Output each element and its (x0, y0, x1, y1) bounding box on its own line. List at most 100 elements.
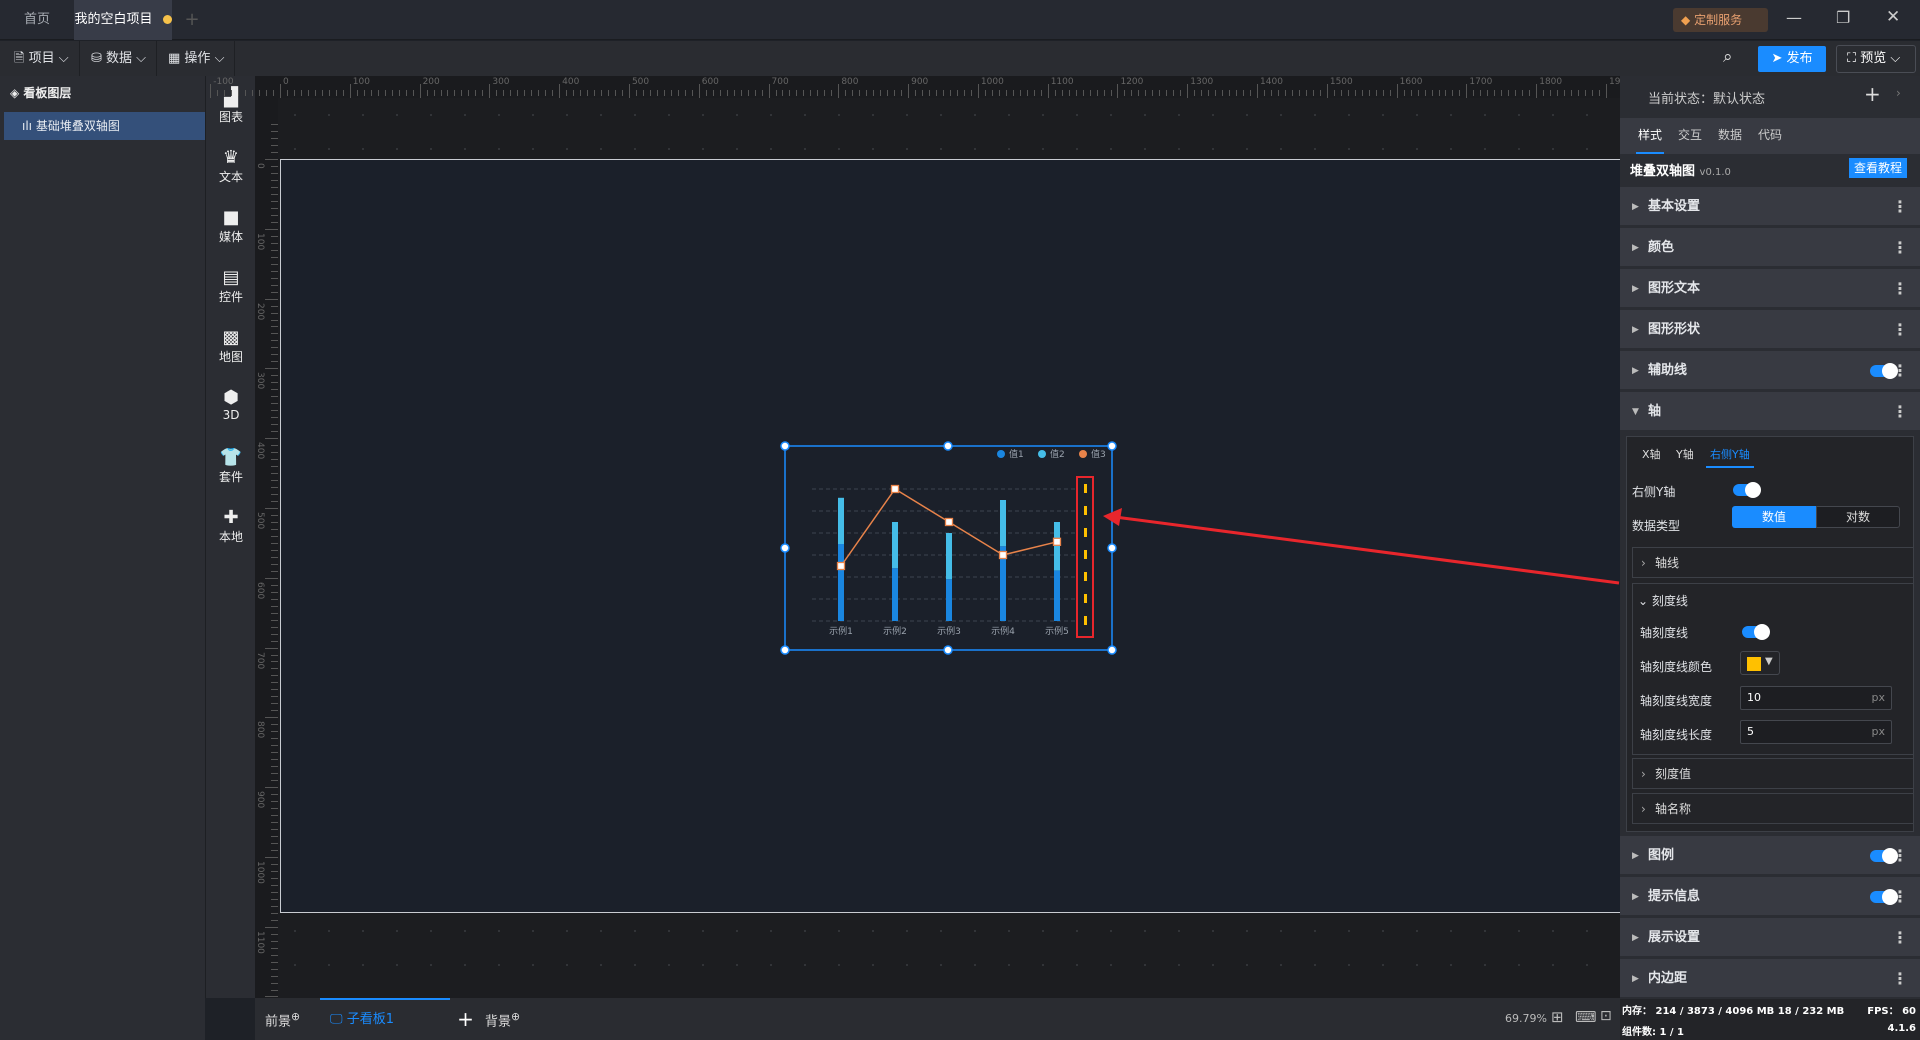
caret-right-icon: ▶ (1632, 892, 1639, 902)
more-icon[interactable]: ⋮ (1892, 351, 1908, 391)
ruler-tick (887, 90, 889, 96)
board[interactable] (280, 159, 1620, 913)
tab-project[interactable]: 我的空白项目 (74, 0, 172, 40)
ruler-label: 800 (255, 721, 265, 739)
zoom-level[interactable]: 69.79% (1505, 1012, 1547, 1025)
panel-tab[interactable]: 样式 (1636, 126, 1665, 154)
ruler-tick (265, 787, 278, 789)
tick-line-toggle[interactable] (1742, 624, 1770, 640)
ruler-tick (496, 90, 498, 96)
custom-service-button[interactable]: ◆ 定制服务 (1673, 8, 1768, 32)
foreground-tab[interactable]: 前景⊕ (265, 1010, 300, 1029)
ruler-label: 1100 (1050, 77, 1074, 87)
axis-tab[interactable]: X轴 (1638, 446, 1665, 468)
more-icon[interactable]: ⋮ (1892, 918, 1908, 958)
component-puzzle[interactable]: ✚ 本地 (206, 508, 256, 545)
ruler-tick (307, 90, 309, 96)
component-media[interactable]: ■ 媒体 (206, 208, 256, 245)
ruler-tick (314, 90, 316, 96)
menu-data[interactable]: ⛁ 数据 ⌵ (81, 41, 158, 76)
ruler-tick (873, 90, 875, 96)
ruler-tick (1389, 90, 1391, 96)
section-header[interactable]: ▶ 内边距 ⋮ (1620, 959, 1920, 999)
preview-button[interactable]: ⛶ 预览 ⌵ (1836, 45, 1916, 73)
add-state-button[interactable]: + (1864, 82, 1881, 106)
fit-screen-icon[interactable]: ⊞ (1551, 1008, 1564, 1026)
add-icon[interactable]: ⊕ (511, 1010, 520, 1023)
section-header[interactable]: ▶ 提示信息 ⋮ (1620, 877, 1920, 917)
axis-line-section[interactable]: › 轴线 (1632, 547, 1914, 578)
publish-label: 发布 (1786, 51, 1813, 66)
data-type-linear[interactable]: 数值 (1732, 506, 1816, 528)
search-icon[interactable]: ⌕ (1723, 47, 1733, 67)
more-icon[interactable]: ⋮ (1892, 836, 1908, 876)
more-icon[interactable]: ⋮ (1892, 310, 1908, 350)
more-icon[interactable]: ⋮ (1892, 269, 1908, 309)
ruler-tick (1229, 90, 1231, 96)
ruler-tick (880, 90, 882, 96)
ruler-tick (224, 90, 226, 96)
ruler-tick (271, 193, 278, 195)
section-header[interactable]: ▶ 展示设置 ⋮ (1620, 918, 1920, 958)
axis-name-section[interactable]: › 轴名称 (1632, 793, 1914, 824)
current-state: 当前状态：默认状态 (1648, 92, 1766, 107)
add-board-button[interactable]: + (450, 998, 481, 1040)
component-control[interactable]: ▤ 控件 (206, 268, 256, 305)
keyboard-icon[interactable]: ⌨ (1575, 1008, 1597, 1026)
tutorial-button[interactable]: 查看教程 (1849, 158, 1907, 178)
more-icon[interactable]: ⋮ (1892, 228, 1908, 268)
data-type-log[interactable]: 对数 (1816, 506, 1900, 528)
close-button[interactable]: ✕ (1886, 7, 1900, 27)
terminal-icon[interactable]: ⊡ (1600, 1008, 1612, 1024)
menu-operation[interactable]: ▦ 操作 ⌵ (158, 41, 236, 76)
tick-length-label: 轴刻度线长度 (1640, 728, 1713, 742)
more-icon[interactable]: ⋮ (1892, 392, 1908, 432)
tab-home[interactable]: 首页 (0, 0, 74, 40)
new-tab-button[interactable]: + (172, 0, 212, 40)
tick-length-input[interactable]: 5 px (1740, 720, 1892, 744)
chevron-right-icon[interactable]: › (1896, 86, 1901, 100)
panel-tab[interactable]: 代码 (1756, 126, 1784, 154)
ruler-tick (726, 90, 728, 96)
ruler-tick (271, 179, 278, 181)
component-map[interactable]: ▩ 地图 (206, 328, 256, 365)
component-cube[interactable]: ⬢ 3D (206, 388, 256, 423)
tick-color-picker[interactable]: ▼ (1740, 651, 1780, 675)
ruler-tick (1606, 84, 1607, 98)
component-text[interactable]: ♛ 文本 (206, 148, 256, 185)
section-header[interactable]: ▶ 图形形状 ⋮ (1620, 310, 1920, 350)
axis-tab[interactable]: Y轴 (1672, 446, 1698, 468)
tick-value-section[interactable]: › 刻度值 (1632, 758, 1914, 789)
ruler-tick (271, 849, 278, 851)
panel-tab[interactable]: 数据 (1716, 126, 1744, 154)
more-icon[interactable]: ⋮ (1892, 187, 1908, 227)
minimize-button[interactable]: — (1786, 8, 1802, 27)
section-header[interactable]: ▶ 辅助线 ⋮ (1620, 351, 1920, 391)
publish-button[interactable]: ➤ 发布 (1758, 46, 1826, 72)
add-icon[interactable]: ⊕ (291, 1010, 300, 1023)
background-tab[interactable]: 背景⊕ (485, 1010, 520, 1029)
ruler-tick (271, 619, 278, 621)
section-header[interactable]: ▶ 基本设置 ⋮ (1620, 187, 1920, 227)
ruler-tick (1005, 90, 1007, 96)
diamond-icon: ◆ (1681, 13, 1691, 27)
ruler-tick (271, 528, 278, 530)
component-shirt[interactable]: 👕 套件 (206, 448, 256, 485)
more-icon[interactable]: ⋮ (1892, 959, 1908, 999)
menu-project[interactable]: 🗎 项目 ⌵ (4, 41, 80, 76)
layer-item[interactable]: ılı 基础堆叠双轴图 (4, 112, 205, 140)
tick-section-header[interactable]: ⌄ 刻度线 (1638, 592, 1688, 609)
ruler-tick (1250, 90, 1252, 96)
axis-tab[interactable]: 右侧Y轴 (1706, 446, 1754, 468)
subboard-tab[interactable]: 🖵 子看板1 (320, 998, 450, 1040)
ruler-tick (1599, 90, 1601, 96)
right-y-axis-toggle[interactable] (1733, 482, 1761, 498)
section-header[interactable]: ▶ 颜色 ⋮ (1620, 228, 1920, 268)
section-header[interactable]: ▶ 图形文本 ⋮ (1620, 269, 1920, 309)
section-header[interactable]: ▶ 图例 ⋮ (1620, 836, 1920, 876)
panel-tab[interactable]: 交互 (1676, 126, 1704, 154)
section-header[interactable]: ▼ 轴 ⋮ (1620, 392, 1920, 432)
restore-button[interactable]: ❐ (1836, 8, 1850, 27)
tick-width-input[interactable]: 10 px (1740, 686, 1892, 710)
more-icon[interactable]: ⋮ (1892, 877, 1908, 917)
